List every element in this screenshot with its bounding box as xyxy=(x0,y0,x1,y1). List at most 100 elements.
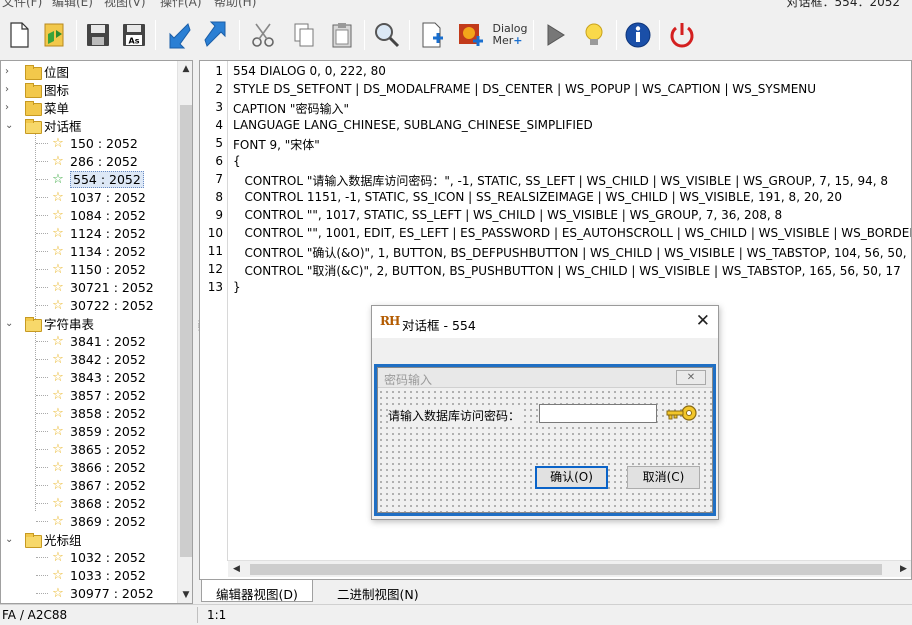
status-bar: FA / A2C88 1:1 xyxy=(0,604,912,625)
dialog-merge-icon: Dialog Mer+ xyxy=(492,22,528,47)
editor-scroll-thumb[interactable] xyxy=(250,564,882,575)
tree-folder-bitmap[interactable]: › 位图 xyxy=(5,62,69,80)
code-line[interactable]: CONTROL "", 1001, EDIT, ES_LEFT | ES_PAS… xyxy=(233,226,911,240)
tree-folder-icon[interactable]: › 图标 xyxy=(5,80,69,98)
tree-folder-dialog[interactable]: ⌄ 对话框 xyxy=(5,116,82,134)
menu-action[interactable]: 操作(A) xyxy=(160,0,202,10)
code-line[interactable]: CONTROL "确认(&O)", 1, BUTTON, BS_DEFPUSHB… xyxy=(233,244,911,261)
password-dialog[interactable]: 密码输入 ✕ 请输入数据库访问密码： 确认(O) 取消(C) xyxy=(377,367,713,513)
expand-chevron-icon[interactable]: › xyxy=(5,84,15,95)
collapse-chevron-icon[interactable]: ⌄ xyxy=(5,318,15,329)
code-line[interactable]: CONTROL "", 1017, STATIC, SS_LEFT | WS_C… xyxy=(233,208,782,222)
line-number: 13 xyxy=(207,280,223,294)
collapse-chevron-icon[interactable]: ⌄ xyxy=(5,534,15,545)
save-button[interactable] xyxy=(81,18,115,52)
code-line[interactable]: { xyxy=(233,154,241,168)
menu-edit[interactable]: 编辑(E) xyxy=(52,0,93,10)
expand-chevron-icon[interactable]: › xyxy=(5,102,15,113)
new-file-button[interactable] xyxy=(2,18,36,52)
tree-item[interactable]: ☆ 3843 : 2052 xyxy=(31,368,146,386)
star-icon: ☆ xyxy=(52,495,64,511)
tree-item[interactable]: ☆ 1124 : 2052 xyxy=(31,224,146,242)
scroll-down-icon[interactable]: ▼ xyxy=(178,587,192,603)
tree-item[interactable]: ☆ 150 : 2052 xyxy=(31,134,138,152)
find-button[interactable] xyxy=(370,18,404,52)
import-button[interactable] xyxy=(162,18,196,52)
tree-item[interactable]: ☆ 554 : 2052 xyxy=(31,170,144,188)
star-icon: ☆ xyxy=(52,477,64,493)
copy-button[interactable] xyxy=(287,18,321,52)
tree-item[interactable]: ☆ 3867 : 2052 xyxy=(31,476,146,494)
tree-item[interactable]: ☆ 3857 : 2052 xyxy=(31,386,146,404)
export-button[interactable] xyxy=(199,18,233,52)
about-button[interactable] xyxy=(621,18,655,52)
cut-button[interactable] xyxy=(246,18,280,52)
code-line[interactable]: CONTROL 1151, -1, STATIC, SS_ICON | SS_R… xyxy=(233,190,842,204)
info-icon xyxy=(625,22,651,48)
tree-item[interactable]: ☆ 3858 : 2052 xyxy=(31,404,146,422)
preview-title-bar[interactable]: RH 对话框 - 554 ✕ xyxy=(372,306,718,338)
tree-item[interactable]: ☆ 1033 : 2052 xyxy=(31,566,146,584)
tree-item[interactable]: ☆ 1037 : 2052 xyxy=(31,188,146,206)
tree-item[interactable]: ☆ 30722 : 2052 xyxy=(31,296,154,314)
menu-view[interactable]: 视图(V) xyxy=(104,0,146,10)
tree-item-label: 3841 : 2052 xyxy=(70,333,146,349)
ok-button[interactable]: 确认(O) xyxy=(535,466,608,489)
tree-item[interactable]: ☆ 1150 : 2052 xyxy=(31,260,146,278)
cancel-button[interactable]: 取消(C) xyxy=(627,466,700,489)
paste-button[interactable] xyxy=(325,18,359,52)
tree-item[interactable]: ☆ 3868 : 2052 xyxy=(31,494,146,512)
code-line[interactable]: 554 DIALOG 0, 0, 222, 80 xyxy=(233,64,386,78)
save-as-button[interactable]: As xyxy=(117,18,151,52)
star-icon: ☆ xyxy=(52,369,64,385)
scroll-up-icon[interactable]: ▲ xyxy=(178,61,192,77)
code-line[interactable]: STYLE DS_SETFONT | DS_MODALFRAME | DS_CE… xyxy=(233,82,816,96)
open-button[interactable] xyxy=(38,18,72,52)
tab-editor-view[interactable]: 编辑器视图(D) xyxy=(201,580,313,602)
code-line[interactable]: FONT 9, "宋体" xyxy=(233,136,320,153)
tab-binary-view[interactable]: 二进制视图(N) xyxy=(323,580,433,602)
close-icon[interactable]: ✕ xyxy=(696,311,710,331)
tree-item[interactable]: ☆ 1084 : 2052 xyxy=(31,206,146,224)
tree-item[interactable]: ☆ 3841 : 2052 xyxy=(31,332,146,350)
code-line[interactable]: CONTROL "请输入数据库访问密码：", -1, STATIC, SS_LE… xyxy=(233,172,888,189)
tree-item-label: 1032 : 2052 xyxy=(70,549,146,565)
tree-item[interactable]: ☆ 3859 : 2052 xyxy=(31,422,146,440)
collapse-chevron-icon[interactable]: ⌄ xyxy=(5,120,15,131)
new-resource-button[interactable] xyxy=(415,18,449,52)
resource-tree[interactable]: › 位图 › 图标 › 菜单 ⌄ 对话框 ☆ 150 : 2052 ☆ 286 : 2… xyxy=(0,60,193,604)
menu-help[interactable]: 帮助(H) xyxy=(214,0,256,10)
tree-item[interactable]: ☆ 3865 : 2052 xyxy=(31,440,146,458)
tip-button[interactable] xyxy=(577,18,611,52)
code-line[interactable]: LANGUAGE LANG_CHINESE, SUBLANG_CHINESE_S… xyxy=(233,118,593,132)
expand-chevron-icon[interactable]: › xyxy=(5,66,15,77)
tree-item[interactable]: ☆ 3866 : 2052 xyxy=(31,458,146,476)
code-line[interactable]: CAPTION "密码输入" xyxy=(233,100,349,117)
exit-button[interactable] xyxy=(665,18,699,52)
scroll-left-icon[interactable]: ◀ xyxy=(228,561,245,578)
tree-folder-menu[interactable]: › 菜单 xyxy=(5,98,69,116)
code-line[interactable]: } xyxy=(233,280,241,294)
dialog-preview-window[interactable]: RH 对话框 - 554 ✕ 密码输入 ✕ 请输入数据库访问密码： 确认(O) xyxy=(371,305,719,520)
dialog-merge-button[interactable]: Dialog Mer+ xyxy=(491,18,529,52)
image-resource-button[interactable] xyxy=(453,18,487,52)
scroll-right-icon[interactable]: ▶ xyxy=(895,561,911,578)
password-input[interactable] xyxy=(539,404,657,423)
tree-item[interactable]: ☆ 286 : 2052 xyxy=(31,152,138,170)
tree-item[interactable]: ☆ 30721 : 2052 xyxy=(31,278,154,296)
tree-scroll-thumb[interactable] xyxy=(180,105,192,557)
code-line[interactable]: CONTROL "取消(&C)", 2, BUTTON, BS_PUSHBUTT… xyxy=(233,262,900,279)
editor-horizontal-scrollbar[interactable]: ◀ ▶ xyxy=(228,560,911,578)
tree-item[interactable]: ☆ 3869 : 2052 xyxy=(31,512,146,530)
tree-folder-string-table[interactable]: ⌄ 字符串表 xyxy=(5,314,94,332)
tree-folder-cursor-group[interactable]: ⌄ 光标组 xyxy=(5,530,82,548)
dialog-close-icon[interactable]: ✕ xyxy=(676,370,706,385)
tree-item[interactable]: ☆ 1134 : 2052 xyxy=(31,242,146,260)
tree-item[interactable]: ☆ 3842 : 2052 xyxy=(31,350,146,368)
tree-item[interactable]: ☆ 1032 : 2052 xyxy=(31,548,146,566)
menu-file[interactable]: 文件(F) xyxy=(2,0,42,10)
run-button[interactable] xyxy=(538,18,572,52)
tree-scrollbar[interactable]: ▲ ▼ xyxy=(177,61,192,603)
line-number: 6 xyxy=(215,154,223,168)
tree-item[interactable]: ☆ 30977 : 2052 xyxy=(31,584,154,602)
